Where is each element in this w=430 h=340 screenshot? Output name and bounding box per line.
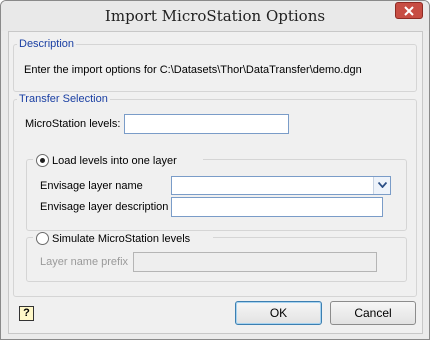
layer-name-label: Envisage layer name bbox=[40, 180, 143, 192]
layer-prefix-input[interactable] bbox=[133, 252, 377, 272]
microstation-levels-input[interactable] bbox=[124, 114, 289, 134]
dialog-client: Description Enter the import options for… bbox=[8, 31, 423, 334]
simulate-radio[interactable] bbox=[36, 232, 49, 245]
radio-selected-dot bbox=[40, 158, 45, 163]
one-layer-radio[interactable] bbox=[36, 154, 49, 167]
help-icon[interactable]: ? bbox=[19, 306, 34, 321]
close-icon bbox=[404, 6, 414, 16]
layer-description-input[interactable] bbox=[171, 197, 383, 217]
transfer-legend: Transfer Selection bbox=[17, 93, 110, 106]
one-layer-option[interactable]: Load levels into one layer bbox=[33, 154, 203, 168]
one-layer-group bbox=[26, 159, 407, 231]
description-text: Enter the import options for C:\Datasets… bbox=[24, 64, 362, 76]
ok-button[interactable]: OK bbox=[235, 301, 322, 325]
layer-prefix-label: Layer name prefix bbox=[40, 256, 129, 268]
simulate-option[interactable]: Simulate MicroStation levels bbox=[33, 232, 213, 246]
dialog-window: Import MicroStation Options Description … bbox=[0, 0, 430, 340]
combobox-dropdown-button[interactable] bbox=[373, 177, 390, 194]
cancel-button[interactable]: Cancel bbox=[330, 301, 416, 325]
one-layer-label: Load levels into one layer bbox=[52, 155, 177, 167]
layer-name-combobox[interactable] bbox=[171, 176, 391, 195]
simulate-label: Simulate MicroStation levels bbox=[52, 233, 191, 245]
description-legend: Description bbox=[17, 38, 77, 51]
close-button[interactable] bbox=[395, 2, 423, 19]
dialog-title: Import MicroStation Options bbox=[104, 7, 326, 25]
title-bar[interactable]: Import MicroStation Options bbox=[1, 1, 429, 31]
chevron-down-icon bbox=[378, 182, 387, 188]
layer-description-label: Envisage layer description bbox=[40, 201, 169, 213]
microstation-levels-label: MicroStation levels: bbox=[25, 118, 121, 130]
